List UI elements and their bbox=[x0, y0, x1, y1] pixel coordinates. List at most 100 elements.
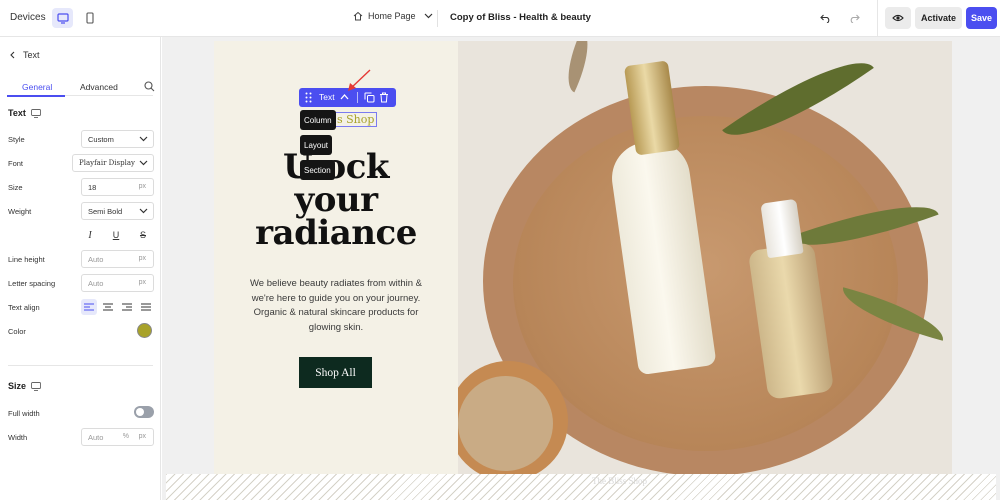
line-height-input[interactable]: Auto px bbox=[81, 250, 154, 268]
tab-general[interactable]: General bbox=[22, 82, 52, 92]
mobile-device-button[interactable] bbox=[79, 8, 100, 28]
devices-label: Devices bbox=[10, 12, 46, 23]
tab-advanced[interactable]: Advanced bbox=[80, 82, 118, 92]
preview-button[interactable] bbox=[885, 7, 911, 29]
desktop-icon bbox=[31, 381, 41, 391]
width-placeholder: Auto bbox=[88, 432, 104, 442]
redo-button[interactable] bbox=[846, 10, 862, 26]
desktop-icon bbox=[56, 12, 69, 24]
chevron-left-icon bbox=[10, 51, 15, 59]
underline-button[interactable]: U bbox=[109, 228, 123, 242]
editor-canvas: The Bliss Shop s Shop U ock your radianc… bbox=[162, 37, 1000, 500]
weight-label: Weight bbox=[8, 207, 32, 216]
strikethrough-button[interactable]: S bbox=[136, 228, 150, 242]
drag-handle-icon[interactable] bbox=[305, 92, 312, 103]
eye-icon bbox=[892, 14, 904, 22]
strikethrough-icon: S bbox=[139, 230, 146, 240]
weight-select[interactable]: Semi Bold bbox=[81, 202, 154, 220]
chevron-down-icon bbox=[139, 160, 148, 166]
text-section-label: Text bbox=[8, 108, 26, 118]
desktop-icon bbox=[30, 108, 41, 118]
save-button[interactable]: Save bbox=[966, 7, 997, 29]
line-height-placeholder: Auto bbox=[88, 254, 104, 264]
width-unit-px[interactable]: px bbox=[139, 433, 146, 440]
align-justify-button[interactable] bbox=[138, 299, 154, 315]
activate-button[interactable]: Activate bbox=[915, 7, 962, 29]
font-select[interactable]: Playfair Display bbox=[72, 154, 154, 172]
page-selector[interactable]: Home Page bbox=[353, 11, 433, 21]
italic-button[interactable]: I bbox=[83, 228, 97, 242]
footer-strip bbox=[166, 474, 996, 500]
style-select[interactable]: Custom bbox=[81, 130, 154, 148]
full-width-toggle[interactable] bbox=[134, 406, 154, 418]
letter-spacing-placeholder: Auto bbox=[88, 278, 104, 288]
chevron-down-icon bbox=[424, 13, 432, 19]
full-width-label: Full width bbox=[8, 409, 40, 418]
size-unit: px bbox=[138, 183, 146, 190]
home-icon bbox=[353, 11, 363, 21]
site-title: Copy of Bliss - Health & beauty bbox=[450, 12, 591, 23]
panel-tabs: General Advanced bbox=[7, 78, 155, 97]
size-section-heading: Size bbox=[8, 381, 41, 391]
align-center-icon bbox=[103, 303, 113, 311]
wooden-bowl-inner-decoration bbox=[513, 116, 898, 451]
dried-flower-decoration bbox=[556, 41, 600, 93]
size-section-label: Size bbox=[8, 381, 27, 391]
properties-panel: Text General Advanced Text Style Custom … bbox=[0, 37, 161, 500]
mobile-icon bbox=[85, 12, 94, 24]
style-label: Style bbox=[8, 135, 25, 144]
element-type-label[interactable]: Text bbox=[319, 92, 335, 102]
breadcrumb-layout[interactable]: Layout bbox=[300, 135, 333, 155]
breadcrumb-column[interactable]: Column bbox=[300, 110, 336, 130]
chevron-down-icon bbox=[139, 208, 148, 214]
align-left-icon bbox=[84, 303, 94, 311]
font-label: Font bbox=[8, 159, 24, 168]
footer-strip-text: The Bliss Shop bbox=[592, 476, 648, 486]
divider bbox=[8, 365, 153, 366]
font-value: Playfair Display bbox=[79, 159, 135, 167]
text-align-label: Text align bbox=[8, 303, 40, 312]
color-swatch[interactable] bbox=[137, 323, 152, 338]
shop-all-button[interactable]: Shop All bbox=[299, 357, 372, 388]
align-right-icon bbox=[122, 303, 132, 311]
hero-tagline-selected[interactable]: s Shop bbox=[334, 112, 378, 127]
trash-icon[interactable] bbox=[379, 92, 389, 103]
powder-decoration bbox=[458, 376, 553, 471]
width-label: Width bbox=[8, 433, 28, 442]
annotation-arrow-icon bbox=[348, 69, 371, 91]
hero-title[interactable]: U ock your radiance bbox=[250, 150, 422, 250]
top-bar: Devices Home Page Copy of Bliss - Health… bbox=[0, 0, 1000, 37]
align-left-button[interactable] bbox=[81, 299, 97, 315]
underline-icon: U bbox=[112, 230, 120, 240]
style-value: Custom bbox=[88, 134, 114, 144]
line-height-label: Line height bbox=[8, 255, 45, 264]
search-icon[interactable] bbox=[144, 81, 155, 92]
align-center-button[interactable] bbox=[100, 299, 116, 315]
letter-spacing-input[interactable]: Auto px bbox=[81, 274, 154, 292]
weight-value: Semi Bold bbox=[88, 206, 123, 216]
color-label: Color bbox=[8, 327, 26, 336]
back-button[interactable]: Text bbox=[10, 50, 40, 60]
panel-title: Text bbox=[23, 50, 40, 60]
hero-body[interactable]: We believe beauty radiates from within &… bbox=[248, 277, 424, 335]
italic-icon: I bbox=[88, 229, 92, 241]
desktop-device-button[interactable] bbox=[52, 8, 73, 28]
hero-image[interactable] bbox=[458, 41, 952, 474]
chevron-up-icon[interactable] bbox=[340, 93, 349, 101]
size-value: 18 bbox=[88, 182, 97, 192]
undo-icon bbox=[819, 14, 829, 23]
letter-spacing-label: Letter spacing bbox=[8, 279, 56, 288]
divider bbox=[437, 10, 438, 27]
width-unit-percent[interactable]: % bbox=[123, 433, 129, 440]
undo-button[interactable] bbox=[817, 10, 833, 26]
breadcrumb-section[interactable]: Section bbox=[300, 160, 335, 180]
line-height-unit: px bbox=[138, 255, 146, 262]
redo-icon bbox=[850, 14, 860, 23]
text-align-group bbox=[81, 299, 154, 315]
width-input[interactable]: Auto % px bbox=[81, 428, 154, 446]
align-right-button[interactable] bbox=[119, 299, 135, 315]
pump-cap-decoration bbox=[760, 198, 804, 259]
size-input[interactable]: 18 px bbox=[81, 178, 154, 196]
chevron-down-icon bbox=[139, 136, 148, 142]
text-section-heading: Text bbox=[8, 108, 41, 118]
